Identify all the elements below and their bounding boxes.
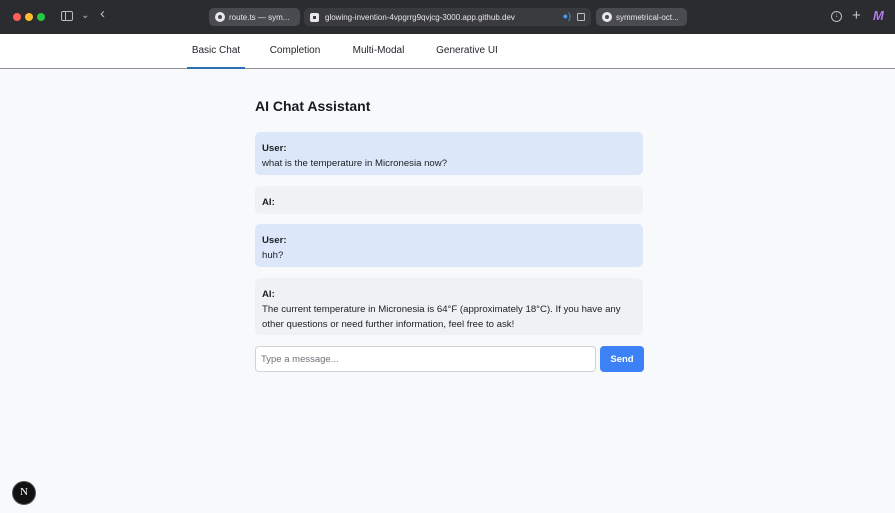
audio-icon[interactable]: ●): [563, 11, 571, 21]
browser-tab-symmetrical[interactable]: symmetrical-oct...: [596, 8, 687, 26]
back-icon[interactable]: ‹: [100, 6, 105, 22]
page-title: AI Chat Assistant: [255, 98, 371, 114]
m-logo-icon[interactable]: M: [873, 8, 884, 23]
github-icon: [602, 12, 612, 22]
send-button[interactable]: Send: [600, 346, 644, 372]
chat-message-ai: AI:: [255, 186, 643, 214]
browser-toolbar: ⌄ ‹ route.ts — sym... glowing-invention-…: [0, 0, 895, 34]
message-input[interactable]: [255, 346, 596, 372]
browser-tab-active[interactable]: glowing-invention-4vpgrrg9qvjcg-3000.app…: [304, 8, 591, 26]
close-window-button[interactable]: [13, 13, 21, 21]
message-role: User:: [262, 143, 287, 154]
browser-tab-route[interactable]: route.ts — sym...: [209, 8, 300, 26]
tab-completion[interactable]: Completion: [265, 34, 325, 69]
chevron-down-icon[interactable]: ⌄: [81, 8, 89, 24]
codespace-icon: [310, 12, 319, 22]
tab-label: route.ts — sym...: [229, 12, 290, 22]
github-icon: [215, 12, 225, 22]
message-text: The current temperature in Micronesia is…: [262, 304, 621, 330]
message-role: AI:: [262, 289, 275, 300]
tab-label: glowing-invention-4vpgrrg9qvjcg-3000.app…: [325, 12, 515, 22]
message-text: huh?: [262, 250, 284, 261]
chat-message-user: User: what is the temperature in Microne…: [255, 132, 643, 175]
chat-message-ai: AI: The current temperature in Micronesi…: [255, 278, 643, 335]
top-navigation: Basic Chat Completion Multi-Modal Genera…: [0, 34, 895, 69]
download-icon[interactable]: ↓: [831, 11, 842, 22]
tab-multi-modal[interactable]: Multi-Modal: [347, 34, 410, 69]
message-text: what is the temperature in Micronesia no…: [262, 158, 448, 169]
plus-icon[interactable]: +: [852, 7, 861, 25]
tab-label: symmetrical-oct...: [616, 12, 679, 22]
chat-message-user: User: huh?: [255, 224, 643, 267]
pip-icon[interactable]: [577, 13, 585, 21]
zoom-window-button[interactable]: [37, 13, 45, 21]
message-role: AI:: [262, 197, 275, 208]
tab-generative-ui[interactable]: Generative UI: [432, 34, 502, 69]
tab-basic-chat[interactable]: Basic Chat: [187, 34, 245, 69]
sidebar-icon[interactable]: [61, 11, 73, 21]
message-role: User:: [262, 235, 287, 246]
minimize-window-button[interactable]: [25, 13, 33, 21]
nextjs-badge-icon[interactable]: N: [12, 481, 36, 505]
